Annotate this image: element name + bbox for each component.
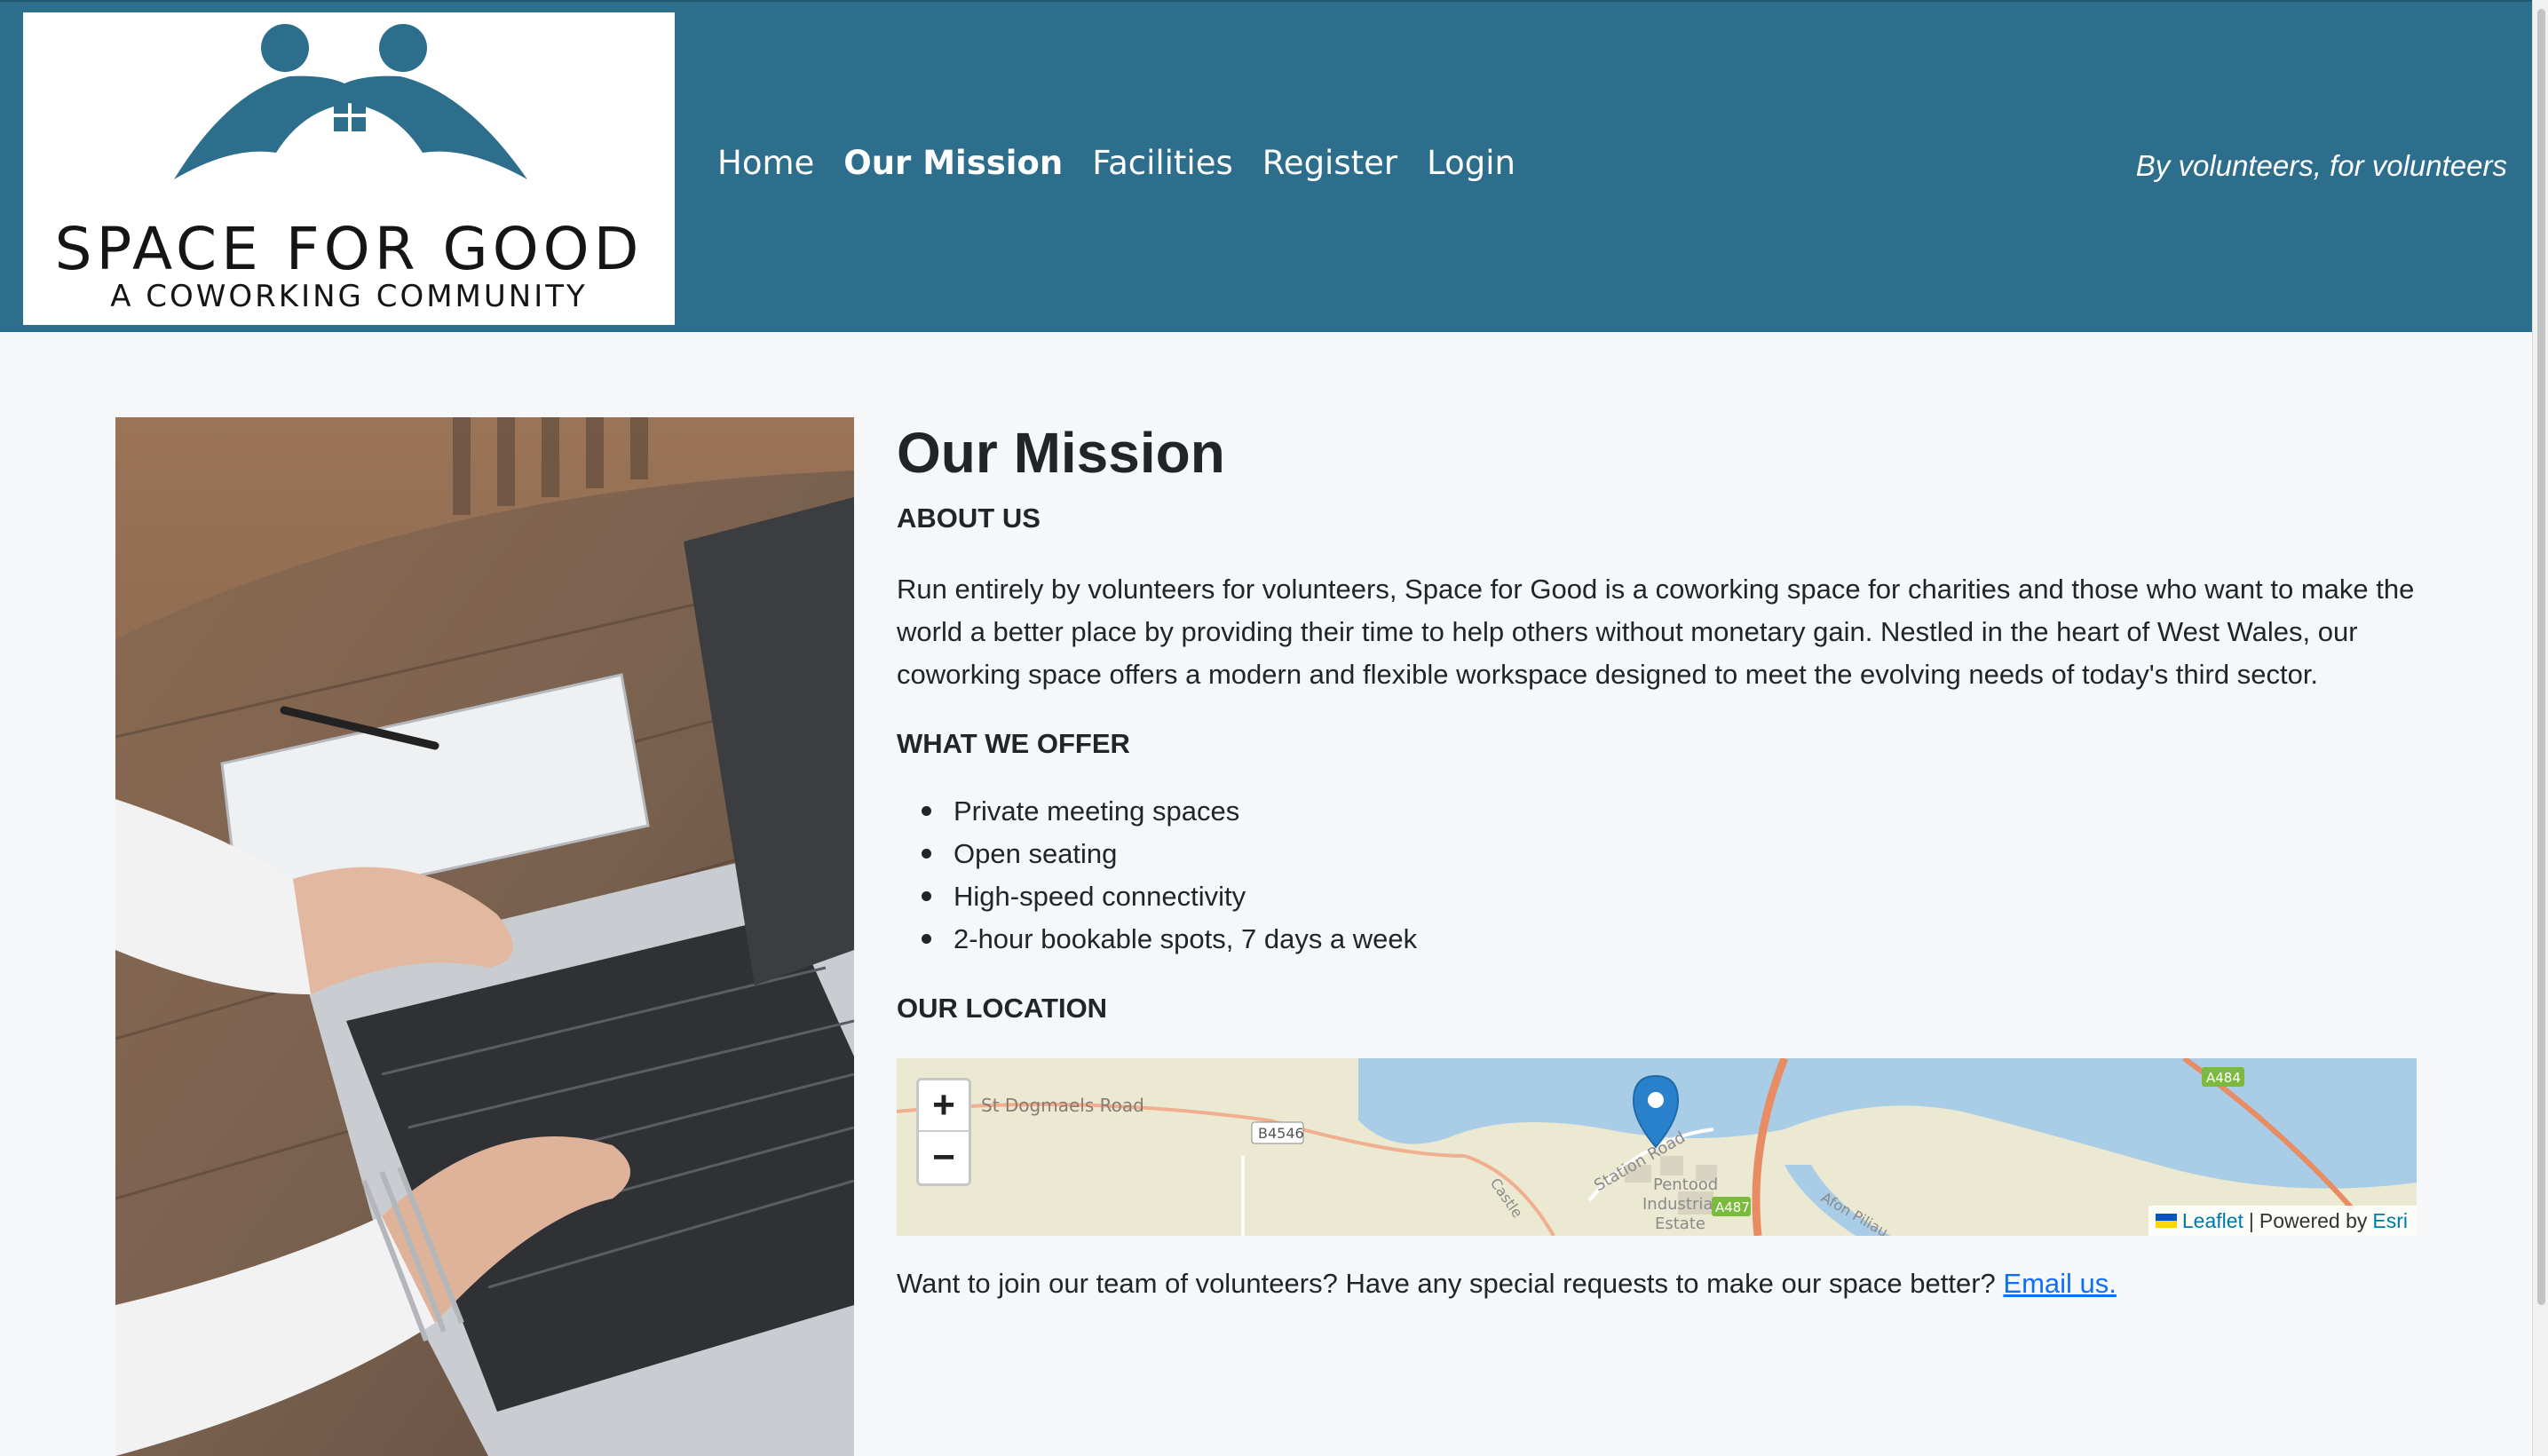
list-item: High-speed connectivity (897, 875, 2419, 918)
scroll-thumb[interactable] (2537, 9, 2545, 1305)
nav-login[interactable]: Login (1427, 144, 1515, 182)
esri-link[interactable]: Esri (2372, 1206, 2408, 1236)
closing-text: Want to join our team of volunteers? Hav… (897, 1268, 1996, 1299)
offer-heading: WHAT WE OFFER (897, 728, 1130, 759)
list-item: 2-hour bookable spots, 7 days a week (897, 918, 2419, 961)
svg-text:A484: A484 (2206, 1070, 2241, 1086)
svg-text:A487: A487 (1715, 1199, 1750, 1215)
site-header: SPACE FOR GOOD A COWORKING COMMUNITY Hom… (0, 0, 2532, 332)
svg-text:St Dogmaels Road: St Dogmaels Road (981, 1095, 1144, 1116)
svg-text:Estate: Estate (1655, 1215, 1705, 1233)
main-nav: Home Our Mission Facilities Register Log… (717, 144, 1515, 182)
bullet-icon (922, 806, 931, 816)
home-window-icon (334, 99, 366, 131)
bullet-icon (922, 849, 931, 859)
nav-home[interactable]: Home (717, 144, 814, 182)
bullet-icon (922, 891, 931, 901)
map-attribution: Leaflet | Powered by Esri (2148, 1206, 2417, 1236)
page-scrollbar[interactable] (2532, 0, 2548, 1456)
list-item: Private meeting spaces (897, 790, 2419, 833)
nav-our-mission[interactable]: Our Mission (843, 144, 1063, 182)
map-zoom-control: + − (916, 1078, 971, 1186)
leaflet-link[interactable]: Leaflet (2182, 1206, 2243, 1236)
location-map[interactable]: St Dogmaels Road B4546 Station Road Cast… (897, 1058, 2417, 1236)
location-heading: OUR LOCATION (897, 993, 1108, 1024)
svg-text:Pentood: Pentood (1653, 1175, 1718, 1194)
hero-photo-laptop-hands (115, 417, 854, 1456)
list-item: Open seating (897, 833, 2419, 875)
page-title: Our Mission (897, 421, 1225, 485)
closing-paragraph: Want to join our team of volunteers? Hav… (897, 1262, 2419, 1305)
bullet-icon (922, 934, 931, 944)
nav-register[interactable]: Register (1262, 144, 1397, 182)
attribution-separator: | (2248, 1209, 2254, 1232)
site-tagline: By volunteers, for volunteers (2135, 149, 2507, 182)
mission-content: Our Mission ABOUT US Run entirely by vol… (897, 417, 2419, 1305)
zoom-out-button[interactable]: − (919, 1132, 969, 1183)
ukraine-flag-icon (2155, 1214, 2177, 1228)
people-roof-icon (174, 24, 527, 179)
svg-text:B4546: B4546 (1258, 1125, 1304, 1142)
email-us-link[interactable]: Email us. (2003, 1268, 2116, 1299)
nav-facilities[interactable]: Facilities (1092, 144, 1233, 182)
logo-title: SPACE FOR GOOD (54, 215, 644, 283)
site-logo[interactable]: SPACE FOR GOOD A COWORKING COMMUNITY (23, 12, 675, 325)
svg-text:Industrial: Industrial (1642, 1195, 1717, 1214)
powered-by-label: Powered by (2259, 1209, 2368, 1232)
zoom-in-button[interactable]: + (919, 1080, 969, 1132)
offer-list: Private meeting spaces Open seating High… (897, 790, 2419, 961)
about-heading: ABOUT US (897, 502, 1041, 534)
logo-subtitle: A COWORKING COMMUNITY (110, 279, 588, 314)
about-text: Run entirely by volunteers for volunteer… (897, 574, 2415, 690)
